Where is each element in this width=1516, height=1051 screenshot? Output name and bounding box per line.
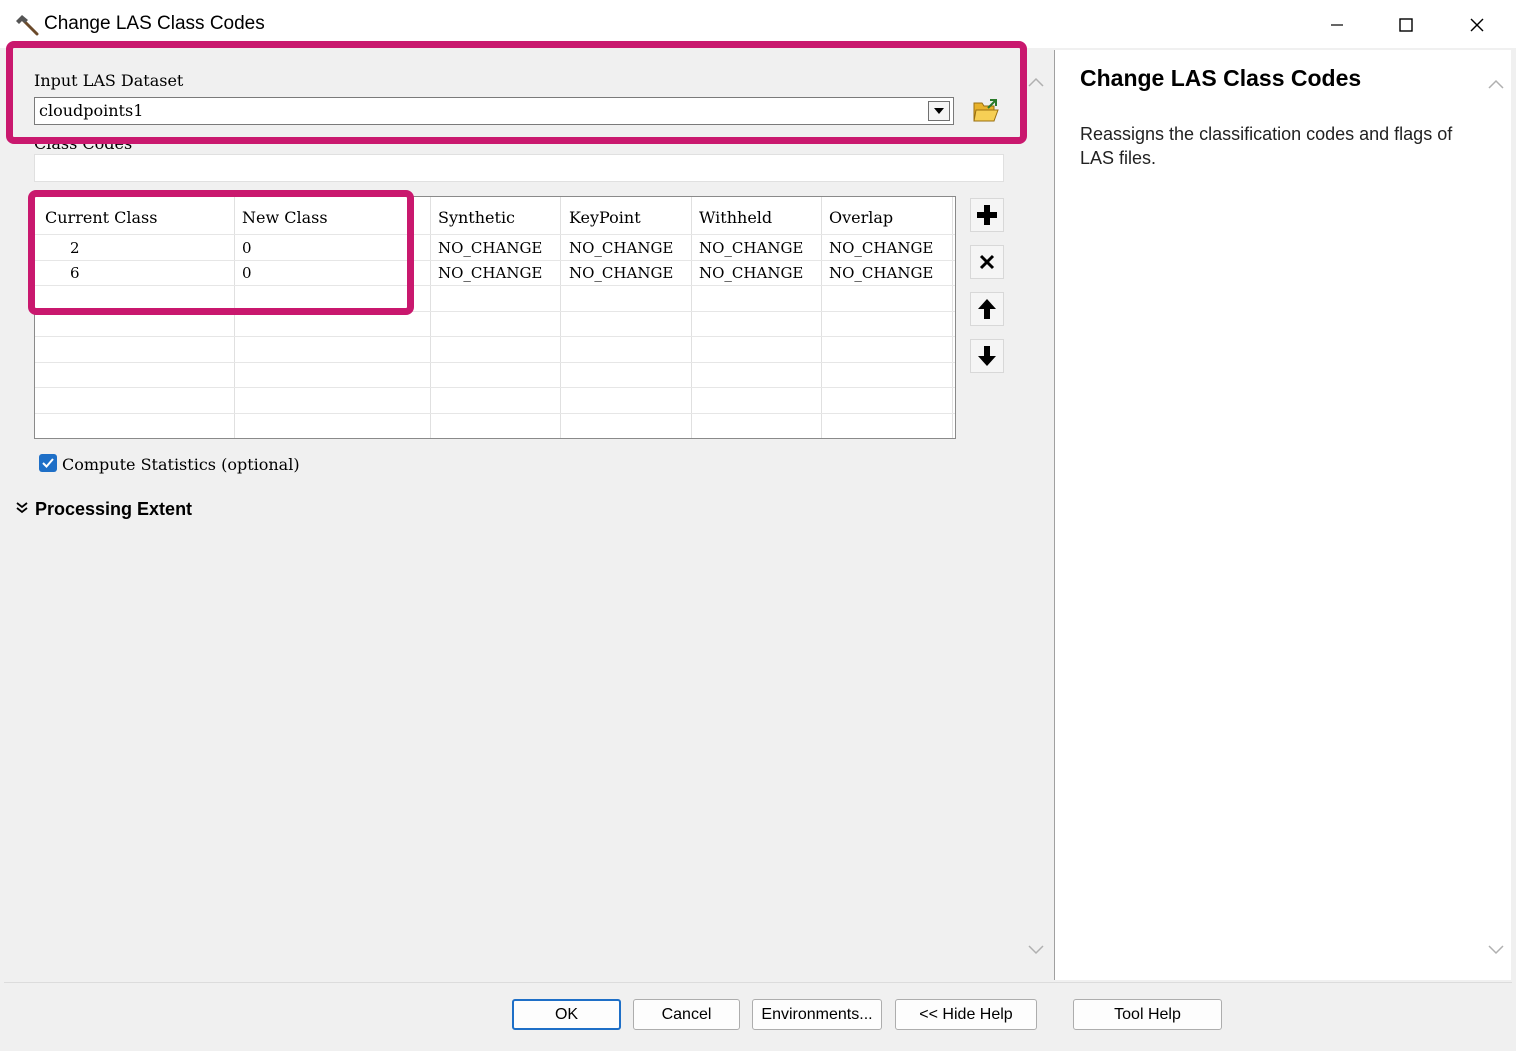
table-cell[interactable]: NO_CHANGE (569, 264, 673, 282)
help-scroll-up-icon[interactable] (1487, 78, 1505, 90)
scroll-down-icon[interactable] (1027, 944, 1045, 956)
scroll-up-icon[interactable] (1027, 76, 1045, 88)
table-cell[interactable]: NO_CHANGE (699, 264, 803, 282)
help-panel: Change LAS Class Codes Reassigns the cla… (1054, 50, 1511, 980)
hide-help-button[interactable]: << Hide Help (895, 999, 1037, 1030)
maximize-button[interactable] (1371, 8, 1441, 42)
table-cell[interactable]: NO_CHANGE (829, 239, 933, 257)
maximize-icon (1399, 18, 1413, 32)
tool-help-button[interactable]: Tool Help (1073, 999, 1222, 1030)
plus-icon (977, 205, 997, 225)
help-scroll-down-icon[interactable] (1487, 944, 1505, 956)
arrow-down-icon (978, 346, 996, 366)
table-cell[interactable]: NO_CHANGE (699, 239, 803, 257)
table-cell[interactable]: NO_CHANGE (438, 264, 542, 282)
hammer-icon (14, 12, 40, 36)
table-cell[interactable]: NO_CHANGE (829, 264, 933, 282)
close-icon (1470, 18, 1484, 32)
add-row-button[interactable] (970, 198, 1004, 232)
table-cell[interactable]: NO_CHANGE (569, 239, 673, 257)
column-header-overlap[interactable]: Overlap (829, 208, 893, 227)
environments-button[interactable]: Environments... (752, 999, 882, 1030)
delete-row-button[interactable] (970, 245, 1004, 279)
minimize-button[interactable] (1302, 8, 1372, 42)
compute-statistics-checkbox[interactable] (39, 454, 57, 472)
highlight-class-columns (28, 190, 414, 315)
compute-statistics-label: Compute Statistics (optional) (62, 455, 300, 474)
class-codes-strip (34, 154, 1004, 182)
checkmark-icon (42, 458, 54, 468)
ok-button[interactable]: OK (512, 999, 621, 1030)
expand-chevron-icon[interactable] (15, 501, 29, 515)
window-title: Change LAS Class Codes (44, 13, 265, 34)
column-header-keypoint[interactable]: KeyPoint (569, 208, 641, 227)
highlight-input-dataset (6, 41, 1027, 144)
help-title: Change LAS Class Codes (1080, 65, 1362, 91)
column-header-synthetic[interactable]: Synthetic (438, 208, 515, 227)
cancel-button[interactable]: Cancel (633, 999, 740, 1030)
close-button[interactable] (1442, 8, 1512, 42)
help-description: Reassigns the classification codes and f… (1080, 124, 1453, 168)
column-header-withheld[interactable]: Withheld (699, 208, 772, 227)
move-down-button[interactable] (970, 339, 1004, 373)
panel-splitter[interactable] (1020, 48, 1054, 982)
table-cell[interactable]: NO_CHANGE (438, 239, 542, 257)
arrow-up-icon (978, 299, 996, 319)
move-up-button[interactable] (970, 292, 1004, 326)
delete-x-icon (979, 254, 995, 270)
processing-extent-header[interactable]: Processing Extent (35, 499, 192, 520)
minimize-icon (1331, 24, 1343, 26)
